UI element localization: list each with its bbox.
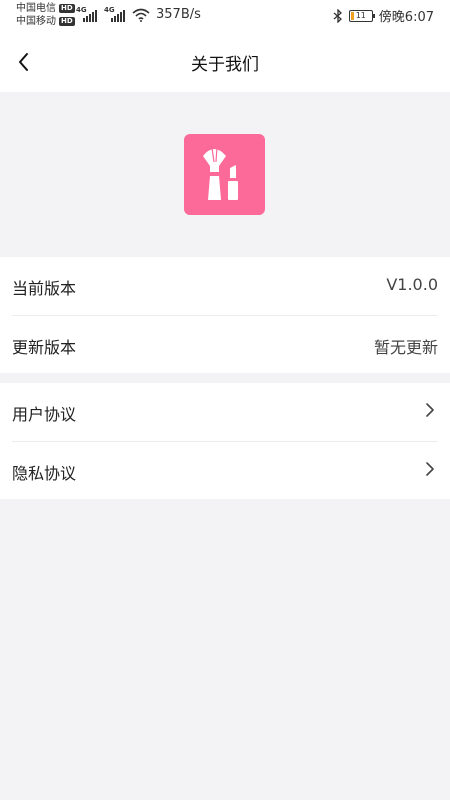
status-bar: 中国电信 HD 中国移动 HD 4G 4G 357B/s 11 傍晚6:07	[0, 0, 450, 32]
battery-level: 11	[355, 10, 366, 20]
current-version-value: V1.0.0	[386, 275, 438, 294]
hd-badge: HD	[59, 17, 75, 26]
current-version-label: 当前版本	[12, 279, 77, 298]
user-agreement-row[interactable]: 用户协议	[12, 383, 438, 442]
chevron-right-icon	[426, 403, 434, 417]
app-logo	[184, 134, 265, 215]
signal-icon: 4G	[76, 6, 98, 22]
update-version-value: 暂无更新	[373, 338, 438, 357]
makeup-brush-lipstick-icon	[203, 146, 238, 200]
network-speed: 357B/s	[156, 7, 201, 22]
chevron-right-icon	[426, 462, 434, 476]
signal-icon: 4G	[104, 6, 126, 22]
page-title: 关于我们	[191, 55, 259, 75]
battery-icon: 11	[348, 9, 375, 22]
signal-indicators: 4G 4G	[76, 6, 150, 22]
update-version-label: 更新版本	[12, 338, 77, 357]
privacy-agreement-row[interactable]: 隐私协议	[12, 442, 438, 500]
carrier-1: 中国电信	[16, 3, 56, 14]
agreements-section: 用户协议 隐私协议	[0, 383, 450, 499]
carrier-info: 中国电信 HD 中国移动 HD	[16, 2, 75, 28]
current-version-row: 当前版本 V1.0.0	[12, 257, 438, 316]
version-info-section: 当前版本 V1.0.0 更新版本 暂无更新	[0, 257, 450, 373]
update-version-row[interactable]: 更新版本 暂无更新	[12, 316, 438, 374]
bluetooth-icon	[333, 8, 342, 23]
clock: 傍晚6:07	[378, 10, 434, 25]
hd-badge: HD	[59, 4, 75, 13]
user-agreement-label: 用户协议	[12, 405, 77, 424]
wifi-icon	[132, 8, 150, 22]
app-logo-section	[0, 92, 450, 256]
privacy-agreement-label: 隐私协议	[12, 464, 77, 483]
top-bar: 关于我们	[0, 32, 450, 92]
carrier-2: 中国移动	[16, 16, 56, 27]
